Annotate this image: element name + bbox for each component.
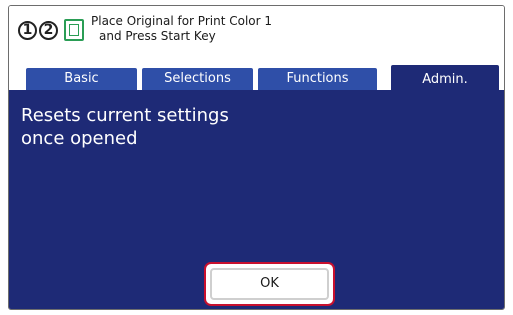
ok-button-highlight: OK	[204, 262, 335, 306]
tab-admin[interactable]: Admin.	[391, 65, 499, 91]
panel-message: Resets current settings once opened	[21, 104, 229, 150]
screen-frame: 1 2 Place Original for Print Color 1 and…	[8, 5, 505, 310]
status-message-line1: Place Original for Print Color 1	[91, 14, 273, 28]
document-icon	[64, 19, 84, 41]
admin-panel: Resets current settings once opened OK	[9, 90, 504, 309]
step-one-indicator: 1	[18, 21, 37, 40]
status-message-line2: and Press Start Key	[99, 29, 216, 43]
tab-functions[interactable]: Functions	[258, 68, 377, 90]
status-header: 1 2 Place Original for Print Color 1 and…	[9, 6, 504, 70]
status-message: Place Original for Print Color 1 and Pre…	[91, 14, 272, 44]
step-two-indicator: 2	[39, 21, 58, 40]
panel-message-line1: Resets current settings	[21, 105, 229, 126]
ok-button[interactable]: OK	[210, 268, 329, 300]
tab-basic[interactable]: Basic	[26, 68, 137, 90]
panel-message-line2: once opened	[21, 128, 138, 149]
tab-selections[interactable]: Selections	[142, 68, 253, 90]
